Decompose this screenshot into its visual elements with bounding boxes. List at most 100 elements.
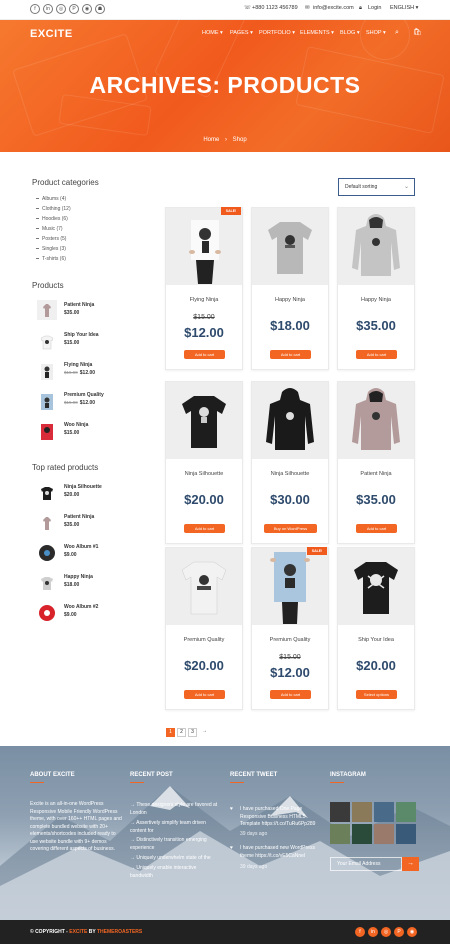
instagram-photo[interactable] bbox=[330, 824, 350, 844]
add-to-cart-button[interactable]: Add to cart bbox=[184, 350, 225, 359]
newsletter-email-input[interactable]: Your Email Address bbox=[330, 857, 402, 871]
product-name[interactable]: Happy Ninja bbox=[338, 297, 414, 303]
email-link[interactable]: info@excite.com bbox=[313, 5, 354, 11]
product-thumb[interactable] bbox=[37, 483, 57, 503]
add-to-cart-button[interactable]: Add to cart bbox=[356, 524, 397, 533]
add-to-cart-button[interactable]: Add to cart bbox=[270, 350, 311, 359]
product-name[interactable]: Patient Ninja bbox=[338, 471, 414, 477]
recent-post-item[interactable]: → These designers style are favored at L… bbox=[130, 802, 220, 817]
product-card[interactable]: Happy Ninja $18.00 Add to cart bbox=[251, 207, 329, 370]
nav-portfolio[interactable]: PORTFOLIO ▾ bbox=[259, 30, 295, 36]
site-logo[interactable]: EXCITE bbox=[30, 28, 73, 40]
recent-post-item[interactable]: → Uniquely underwhelm state of the bbox=[130, 855, 220, 863]
category-item[interactable]: Hoodies (6) bbox=[36, 216, 68, 222]
dribbble-icon[interactable]: ◉ bbox=[82, 4, 92, 14]
nav-shop[interactable]: SHOP ▾ bbox=[366, 30, 386, 36]
linkedin-icon[interactable]: in bbox=[368, 927, 378, 937]
sort-select[interactable]: Default sorting ⌄ bbox=[338, 178, 415, 196]
author-link[interactable]: THEMEROASTERS bbox=[97, 929, 142, 935]
sidebar-product-name[interactable]: Ninja Silhouette bbox=[64, 484, 102, 490]
category-item[interactable]: Singles (3) bbox=[36, 246, 66, 252]
nav-home[interactable]: HOME ▾ bbox=[202, 30, 223, 36]
nav-pages[interactable]: PAGES ▾ bbox=[230, 30, 253, 36]
sidebar-product-name[interactable]: Flying Ninja bbox=[64, 362, 92, 368]
github-icon[interactable]: ☗ bbox=[95, 4, 105, 14]
cart-icon[interactable]: 🛍︎ bbox=[413, 28, 422, 36]
instagram-photo[interactable] bbox=[396, 802, 416, 822]
buy-on-wordpress-button[interactable]: Buy on WordPress bbox=[264, 524, 317, 533]
category-item[interactable]: T-shirts (6) bbox=[36, 256, 66, 262]
nav-elements[interactable]: ELEMENTS ▾ bbox=[300, 30, 334, 36]
product-image[interactable] bbox=[338, 382, 414, 459]
product-name[interactable]: Premium Quality bbox=[166, 637, 242, 643]
product-name[interactable]: Flying Ninja bbox=[166, 297, 242, 303]
recent-post-item[interactable]: → Distinctively transition emerging expe… bbox=[130, 837, 220, 852]
instagram-photo[interactable] bbox=[352, 824, 372, 844]
product-image[interactable] bbox=[338, 208, 414, 285]
product-image[interactable] bbox=[252, 382, 328, 459]
instagram-photo[interactable] bbox=[396, 824, 416, 844]
product-card[interactable]: Ship Your Idea $20.00 Select options bbox=[337, 547, 415, 710]
product-thumb[interactable] bbox=[37, 422, 57, 442]
product-card[interactable]: Ninja Silhouette $30.00 Buy on WordPress bbox=[251, 381, 329, 544]
product-name[interactable]: Ninja Silhouette bbox=[166, 471, 242, 477]
product-image[interactable] bbox=[252, 208, 328, 285]
product-thumb[interactable] bbox=[37, 392, 57, 412]
sidebar-product-name[interactable]: Ship Your Idea bbox=[64, 332, 99, 338]
dribbble-icon[interactable]: ◉ bbox=[407, 927, 417, 937]
sidebar-product-name[interactable]: Woo Album #2 bbox=[64, 604, 98, 610]
pinterest-icon[interactable]: P bbox=[394, 927, 404, 937]
add-to-cart-button[interactable]: Add to cart bbox=[270, 690, 311, 699]
product-image[interactable] bbox=[338, 548, 414, 625]
product-thumb[interactable] bbox=[37, 573, 57, 593]
search-icon[interactable]: ⌕ bbox=[395, 29, 399, 37]
instagram-photo[interactable] bbox=[352, 802, 372, 822]
product-card[interactable]: Happy Ninja $35.00 Add to cart bbox=[337, 207, 415, 370]
pagination-page-2[interactable]: 2 bbox=[177, 728, 186, 737]
product-thumb[interactable] bbox=[37, 543, 57, 563]
recent-post-item[interactable]: → Assertively simplify team driven conte… bbox=[130, 820, 220, 835]
sidebar-product-name[interactable]: Patient Ninja bbox=[64, 302, 94, 308]
tweet-text[interactable]: I have purchased One Page Responsive Bus… bbox=[240, 806, 322, 829]
sidebar-product-name[interactable]: Woo Album #1 bbox=[64, 544, 98, 550]
language-select[interactable]: ENGLISH ▾ bbox=[390, 5, 418, 11]
instagram-photo[interactable] bbox=[374, 824, 394, 844]
linkedin-icon[interactable]: in bbox=[43, 4, 53, 14]
category-item[interactable]: Posters (5) bbox=[36, 236, 66, 242]
instagram-photo[interactable] bbox=[374, 802, 394, 822]
pagination-page-3[interactable]: 3 bbox=[188, 728, 197, 737]
newsletter-submit-button[interactable]: → bbox=[402, 857, 419, 871]
product-card[interactable]: SALE! Flying Ninja $15.00 $12.00 Add to … bbox=[165, 207, 243, 370]
sidebar-product-name[interactable]: Happy Ninja bbox=[64, 574, 93, 580]
product-card[interactable]: SALE! Premium Quality $15.00 $12.00 Add … bbox=[251, 547, 329, 710]
sidebar-product-name[interactable]: Patient Ninja bbox=[64, 514, 94, 520]
product-image[interactable] bbox=[166, 548, 242, 625]
add-to-cart-button[interactable]: Add to cart bbox=[356, 350, 397, 359]
product-image[interactable] bbox=[166, 382, 242, 459]
add-to-cart-button[interactable]: Add to cart bbox=[184, 524, 225, 533]
product-thumb[interactable] bbox=[37, 332, 57, 352]
pagination-page-1[interactable]: 1 bbox=[166, 728, 175, 737]
instagram-photo[interactable] bbox=[330, 802, 350, 822]
category-item[interactable]: Clothing (12) bbox=[36, 206, 71, 212]
product-thumb[interactable] bbox=[37, 513, 57, 533]
product-image[interactable] bbox=[166, 208, 242, 285]
instagram-icon[interactable]: ◎ bbox=[56, 4, 66, 14]
tweet-text[interactable]: I have purchased new WordPress theme htt… bbox=[240, 845, 322, 860]
instagram-icon[interactable]: ◎ bbox=[381, 927, 391, 937]
product-name[interactable]: Premium Quality bbox=[252, 637, 328, 643]
add-to-cart-button[interactable]: Add to cart bbox=[184, 690, 225, 699]
sidebar-product-name[interactable]: Woo Ninja bbox=[64, 422, 88, 428]
product-thumb[interactable] bbox=[37, 603, 57, 623]
product-name[interactable]: Happy Ninja bbox=[252, 297, 328, 303]
product-card[interactable]: Premium Quality $20.00 Add to cart bbox=[165, 547, 243, 710]
select-options-button[interactable]: Select options bbox=[356, 690, 397, 699]
facebook-icon[interactable]: f bbox=[30, 4, 40, 14]
product-thumb[interactable] bbox=[37, 300, 57, 320]
product-card[interactable]: Ninja Silhouette $20.00 Add to cart bbox=[165, 381, 243, 544]
product-image[interactable] bbox=[252, 548, 328, 625]
pagination-next-icon[interactable]: → bbox=[200, 728, 209, 737]
product-name[interactable]: Ship Your Idea bbox=[338, 637, 414, 643]
nav-blog[interactable]: BLOG ▾ bbox=[340, 30, 360, 36]
facebook-icon[interactable]: f bbox=[355, 927, 365, 937]
